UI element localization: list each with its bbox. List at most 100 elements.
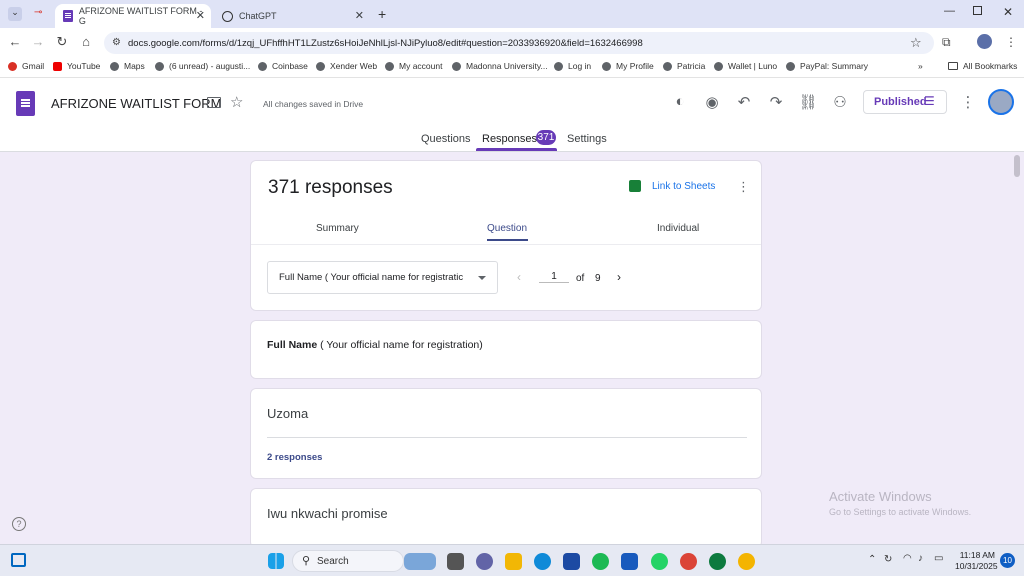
gmail-icon (8, 61, 17, 71)
bookmark-login[interactable]: Log in (554, 61, 591, 71)
tab-group-icon[interactable]: ⊸ (34, 7, 42, 18)
minimize-icon[interactable]: — (944, 5, 955, 17)
published-label: Published (874, 96, 927, 108)
battery-icon[interactable]: ▭ (934, 553, 943, 564)
bookmark-label: Coinbase (272, 61, 308, 71)
close-tab-icon[interactable]: ✕ (196, 9, 205, 22)
help-icon[interactable]: ? (12, 517, 26, 531)
all-bookmarks-label: All Bookmarks (963, 61, 1018, 71)
subtab-individual[interactable]: Individual (657, 223, 699, 234)
preview-eye-icon[interactable]: ◉ (702, 93, 722, 111)
windows-taskbar: ⚲ Search ⌃ ↻ ◠ ♪ ▭ 11:18 AM 10/31/2025 1… (0, 544, 1024, 576)
page-input[interactable]: 1 (539, 271, 569, 283)
published-button[interactable]: Published ☰ (863, 90, 947, 114)
more-bookmarks-icon[interactable]: » (918, 61, 923, 71)
account-avatar[interactable] (988, 89, 1014, 115)
bookmark-gmail[interactable]: Gmail (8, 61, 44, 71)
sheets-icon[interactable] (629, 180, 641, 192)
close-tab-icon[interactable]: ✕ (355, 9, 364, 22)
edge-icon[interactable] (534, 553, 551, 570)
maximize-icon[interactable] (973, 6, 982, 15)
add-collaborators-icon[interactable]: ⚇ (830, 93, 850, 111)
chrome-profile-icon[interactable] (738, 553, 755, 570)
bookmark-patricia[interactable]: Patricia (663, 61, 705, 71)
bookmark-maps[interactable]: Maps (110, 61, 145, 71)
tab-chatgpt[interactable]: ChatGPT ✕ (214, 4, 370, 28)
file-explorer-app-icon[interactable] (447, 553, 464, 570)
tab-search-icon[interactable]: ⌄ (8, 7, 22, 21)
store-icon[interactable] (563, 553, 580, 570)
new-tab-icon[interactable]: + (378, 6, 386, 22)
tab-afrizone-form[interactable]: AFRIZONE WAITLIST FORM - G ✕ (55, 4, 211, 28)
active-tab-indicator (476, 148, 557, 151)
subtab-question[interactable]: Question (487, 223, 527, 234)
answer-response-count[interactable]: 2 responses (267, 452, 322, 463)
page-scrollbar[interactable] (1014, 155, 1020, 177)
bookmark-my-account[interactable]: My account (385, 61, 442, 71)
widgets-icon[interactable] (404, 553, 436, 570)
globe-icon (602, 61, 611, 71)
whatsapp-icon[interactable] (651, 553, 668, 570)
tab-questions[interactable]: Questions (421, 133, 471, 145)
undo-icon[interactable]: ↶ (734, 93, 754, 111)
move-to-folder-icon[interactable] (207, 97, 221, 108)
teams-icon[interactable] (476, 553, 493, 570)
address-bar[interactable]: ⚙ docs.google.com/forms/d/1zqj_UFhffhHT1… (104, 32, 934, 54)
bookmark-madonna[interactable]: Madonna University... (452, 61, 548, 71)
copy-link-icon[interactable]: ⛓ (798, 93, 818, 111)
tab-settings[interactable]: Settings (567, 133, 607, 145)
bookmark-my-profile[interactable]: My Profile (602, 61, 654, 71)
bookmark-youtube[interactable]: YouTube (53, 61, 100, 71)
chrome-icon[interactable] (680, 553, 697, 570)
star-icon[interactable]: ☆ (230, 93, 243, 111)
profile-avatar[interactable] (977, 34, 992, 49)
subtab-summary[interactable]: Summary (316, 223, 359, 234)
show-hidden-icons-icon[interactable]: ⌃ (868, 554, 876, 565)
question-select[interactable]: Full Name ( Your official name for regis… (267, 261, 498, 294)
question-title: Full Name ( Your official name for regis… (267, 339, 483, 351)
xbox-app-icon[interactable] (709, 553, 726, 570)
taskbar-search[interactable]: ⚲ Search (292, 550, 404, 572)
clock-time[interactable]: 11:18 AM (957, 550, 995, 560)
bookmark-paypal[interactable]: PayPal: Summary (786, 61, 868, 71)
close-window-icon[interactable]: ✕ (1003, 5, 1013, 19)
next-question-icon[interactable]: › (617, 270, 621, 284)
site-info-icon[interactable]: ⚙ (112, 37, 121, 48)
home-icon[interactable]: ⌂ (77, 34, 95, 49)
bookmark-xender[interactable]: Xender Web (316, 61, 377, 71)
wifi-icon[interactable]: ◠ (903, 553, 912, 564)
back-icon[interactable]: ← (6, 34, 24, 49)
more-options-icon[interactable]: ⋮ (958, 93, 978, 111)
google-forms-logo-icon[interactable] (16, 91, 35, 116)
bookmark-label: My Profile (616, 61, 654, 71)
prev-question-icon[interactable]: ‹ (517, 270, 521, 284)
search-icon: ⚲ (302, 555, 311, 567)
clock-date[interactable]: 10/31/2025 (955, 561, 998, 571)
word-icon[interactable] (621, 553, 638, 570)
customize-theme-icon[interactable]: ◐ (670, 93, 690, 110)
form-title[interactable]: AFRIZONE WAITLIST FORM (51, 96, 221, 111)
bookmark-luno[interactable]: Wallet | Luno (714, 61, 777, 71)
spotify-icon[interactable] (592, 553, 609, 570)
question-select-value: Full Name ( Your official name for regis… (279, 272, 464, 283)
browser-toolbar: ← → ↻ ⌂ ⚙ docs.google.com/forms/d/1zqj_U… (0, 28, 1024, 58)
reload-icon[interactable]: ↻ (53, 34, 71, 50)
bookmark-coinbase[interactable]: Coinbase (258, 61, 308, 71)
all-bookmarks[interactable]: All Bookmarks (948, 61, 1017, 71)
extensions-icon[interactable]: ⧉ (942, 35, 951, 50)
folder-app-icon[interactable] (505, 553, 522, 570)
task-view-icon[interactable] (11, 553, 26, 567)
forward-icon[interactable]: → (29, 34, 47, 49)
link-to-sheets[interactable]: Link to Sheets (652, 181, 715, 192)
redo-icon[interactable]: ↷ (766, 93, 786, 111)
windows-start-icon[interactable] (268, 553, 284, 569)
sync-icon[interactable]: ↻ (884, 554, 892, 565)
tab-responses[interactable]: Responses (482, 133, 537, 145)
bookmark-gmail-unread[interactable]: (6 unread) - augusti... (155, 61, 250, 71)
globe-icon (316, 61, 325, 71)
bookmark-star-icon[interactable]: ☆ (910, 35, 922, 51)
browser-menu-icon[interactable]: ⋮ (1005, 35, 1017, 49)
responses-more-icon[interactable]: ⋮ (737, 179, 750, 195)
volume-icon[interactable]: ♪ (918, 553, 923, 564)
notification-badge[interactable]: 10 (1000, 553, 1015, 568)
